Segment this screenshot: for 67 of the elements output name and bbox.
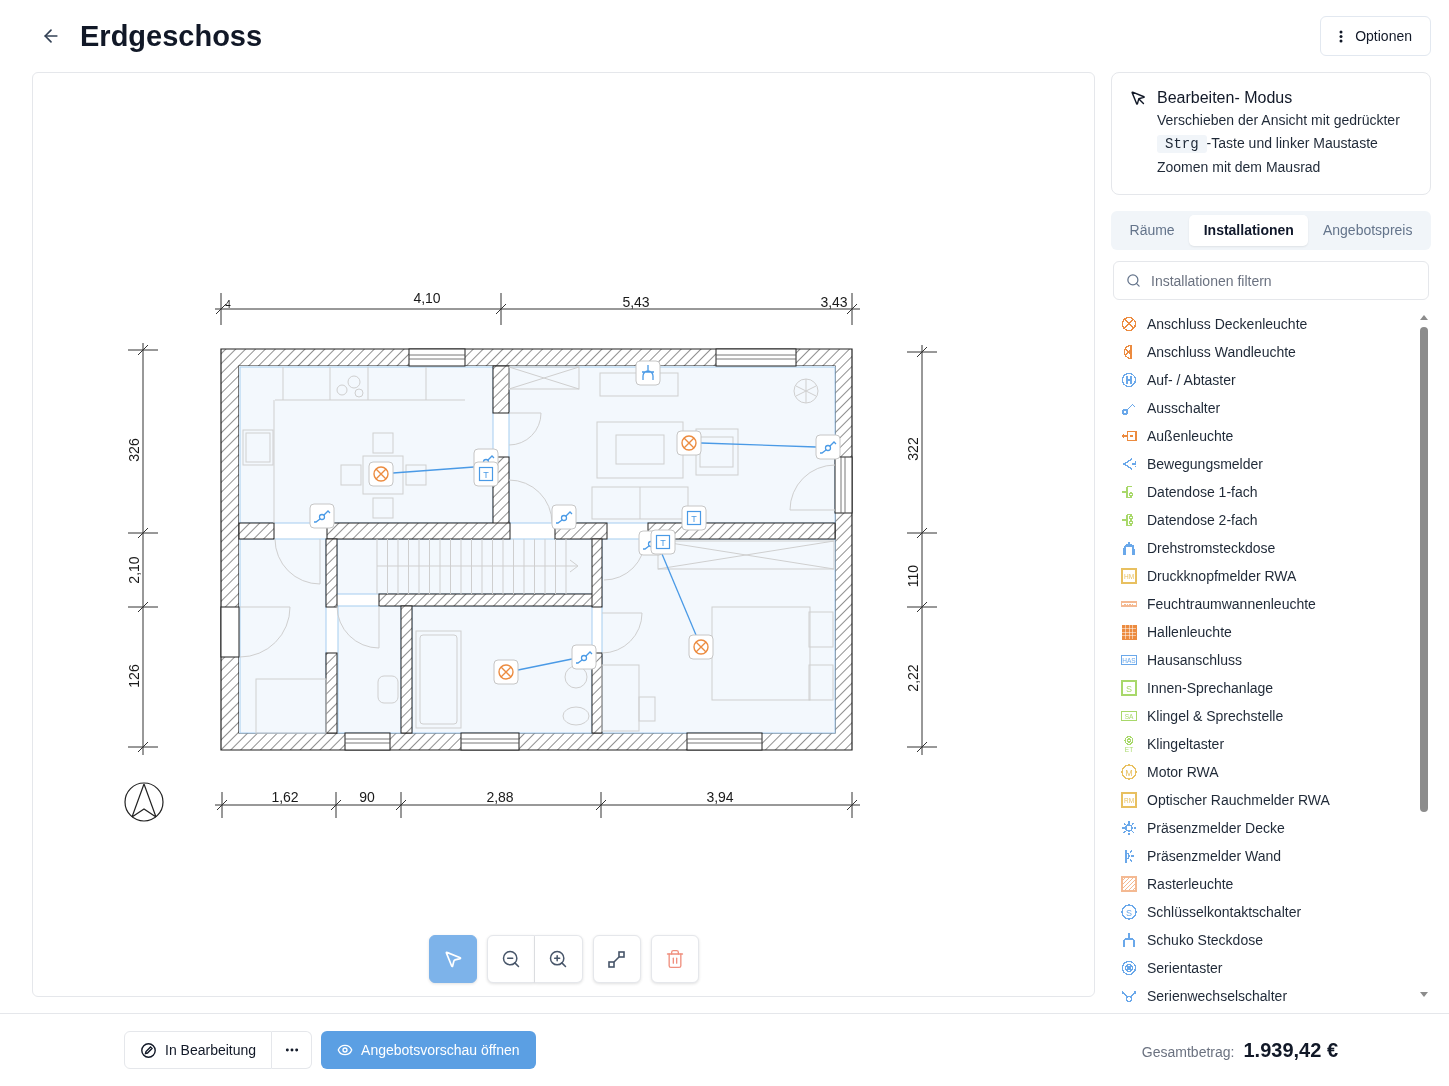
tab[interactable]: Räume bbox=[1115, 215, 1190, 246]
info-title: Bearbeiten- Modus bbox=[1157, 88, 1294, 108]
installation-item[interactable]: Serientaster bbox=[1111, 954, 1418, 982]
pencil-circle-icon bbox=[141, 1042, 156, 1058]
installation-item[interactable]: Datendose 2-fach bbox=[1111, 506, 1418, 534]
hint-text: Verschieben der Ansicht mit gedrückter Strg -Taste und linker Maustaste bbox=[1157, 111, 1400, 155]
installation-item[interactable]: Außenleuchte bbox=[1111, 422, 1418, 450]
connect-icon bbox=[608, 950, 625, 968]
cursor-icon bbox=[442, 949, 463, 969]
dimension-label: 322 bbox=[905, 437, 921, 461]
installation-item[interactable]: Hallenleuchte bbox=[1111, 618, 1418, 646]
scroll-down-arrow-icon[interactable] bbox=[1419, 992, 1428, 997]
installation-item[interactable]: Schuko Steckdose bbox=[1111, 926, 1418, 954]
dimension-label: 126 bbox=[126, 664, 142, 688]
kebab-icon bbox=[1339, 29, 1344, 43]
dimension-label: 4,10 bbox=[413, 290, 441, 306]
tab[interactable]: Angebotspreis bbox=[1308, 215, 1427, 246]
options-button[interactable]: Optionen bbox=[1320, 16, 1431, 56]
scroll-up-arrow-icon[interactable] bbox=[1419, 315, 1428, 320]
total-amount: 1.939,42 € bbox=[1243, 1038, 1338, 1063]
total-label: Gesamtbetrag: bbox=[1141, 1043, 1235, 1062]
installation-item[interactable]: Präsenzmelder Wand bbox=[1111, 842, 1418, 870]
installation-item[interactable]: Präsenzmelder Decke bbox=[1111, 814, 1418, 842]
tab[interactable]: Installationen bbox=[1189, 215, 1309, 246]
installation-item[interactable]: Drehstromsteckdose bbox=[1111, 534, 1418, 562]
installation-item[interactable]: S Schlüsselkontaktschalter bbox=[1111, 898, 1418, 926]
dimension-label: 2,10 bbox=[126, 556, 142, 584]
connect-button[interactable] bbox=[592, 935, 641, 983]
installation-item[interactable]: Anschluss Deckenleuchte bbox=[1111, 310, 1418, 338]
zoom-out-icon bbox=[500, 949, 521, 969]
letter-circle-icon: S bbox=[1121, 904, 1137, 920]
cursor-icon bbox=[1130, 90, 1147, 107]
dimension-label: 4 bbox=[225, 299, 231, 310]
dimension-label: 90 bbox=[359, 789, 375, 805]
zoom-hint-text: Zoomen mit dem Mausrad bbox=[1157, 158, 1322, 177]
dimension-label: 5,43 bbox=[622, 294, 650, 310]
dimension-label: 110 bbox=[905, 564, 921, 588]
page-title: Erdgeschoss bbox=[80, 21, 263, 51]
letter-tile-icon: S bbox=[1121, 680, 1137, 696]
installation-item[interactable]: M Motor RWA bbox=[1111, 758, 1418, 786]
letter-circle-icon: M bbox=[1121, 764, 1137, 780]
dimension-label: 3,43 bbox=[820, 294, 848, 310]
select-tool-button[interactable] bbox=[428, 935, 477, 983]
eye-icon bbox=[337, 1042, 354, 1058]
trash-icon bbox=[664, 949, 685, 969]
zoom-out-button[interactable] bbox=[486, 935, 535, 983]
dimension-label: 2,88 bbox=[486, 789, 514, 805]
installation-item[interactable]: Serienwechselschalter bbox=[1111, 982, 1418, 1010]
installation-item[interactable]: S Innen-Sprechanlage bbox=[1111, 674, 1418, 702]
dimension-label: 326 bbox=[126, 438, 142, 462]
delete-button[interactable] bbox=[650, 935, 699, 983]
installation-item[interactable]: Ausschalter bbox=[1111, 394, 1418, 422]
installation-item[interactable]: Anschluss Wandleuchte bbox=[1111, 338, 1418, 366]
search-field[interactable]: Installationen filtern bbox=[1113, 261, 1429, 300]
installation-item[interactable]: Auf- / Abtaster bbox=[1111, 366, 1418, 394]
dimension-label: 1,62 bbox=[271, 789, 299, 805]
dimension-label: 2,22 bbox=[905, 664, 921, 692]
installation-item[interactable]: Feuchtraumwannenleuchte bbox=[1111, 590, 1418, 618]
zoom-in-button[interactable] bbox=[534, 935, 583, 983]
dimension-label: 3,94 bbox=[706, 789, 734, 805]
installation-item[interactable]: Bewegungsmelder bbox=[1111, 450, 1418, 478]
installation-item[interactable]: Datendose 1-fach bbox=[1111, 478, 1418, 506]
status-button[interactable]: In Bearbeitung bbox=[124, 1031, 273, 1069]
installation-item[interactable]: Rasterleuchte bbox=[1111, 870, 1418, 898]
zoom-in-icon bbox=[548, 949, 568, 969]
scrollbar-thumb[interactable] bbox=[1419, 327, 1428, 812]
search-icon bbox=[1126, 273, 1141, 288]
